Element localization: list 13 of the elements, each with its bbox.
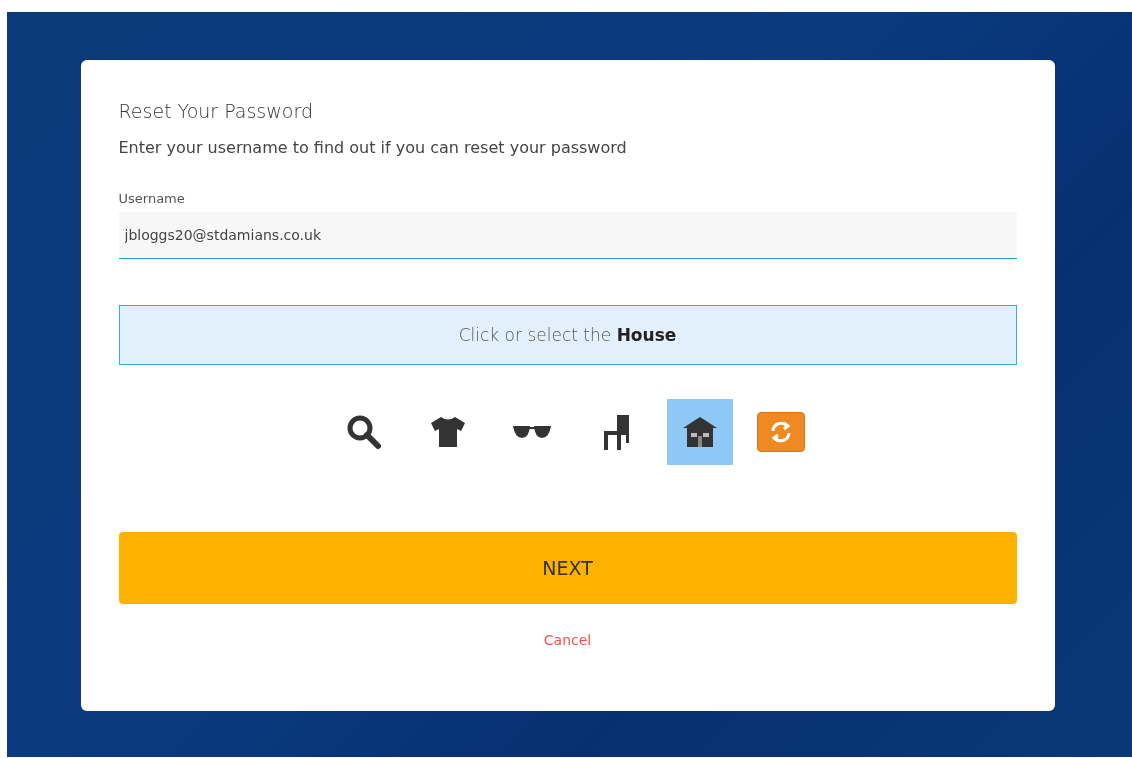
- dialog-title: Reset Your Password: [118, 100, 314, 122]
- house-icon: [681, 416, 718, 448]
- cancel-link[interactable]: Cancel: [543, 632, 592, 648]
- captcha-prompt: Click or select the House: [118, 305, 1017, 365]
- captcha-option[interactable]: [666, 399, 733, 465]
- username-label: Username: [118, 191, 186, 206]
- sunglasses-icon: [511, 423, 552, 441]
- refresh-button[interactable]: [756, 412, 805, 452]
- next-button[interactable]: NEXT: [118, 532, 1017, 604]
- dialog-subtitle: Enter your username to find out if you can reset your password: [118, 138, 628, 157]
- username-field[interactable]: jbloggs20@stdamians.co.uk: [118, 212, 1017, 259]
- t-shirt-icon: [428, 415, 467, 449]
- search-icon: [345, 414, 382, 450]
